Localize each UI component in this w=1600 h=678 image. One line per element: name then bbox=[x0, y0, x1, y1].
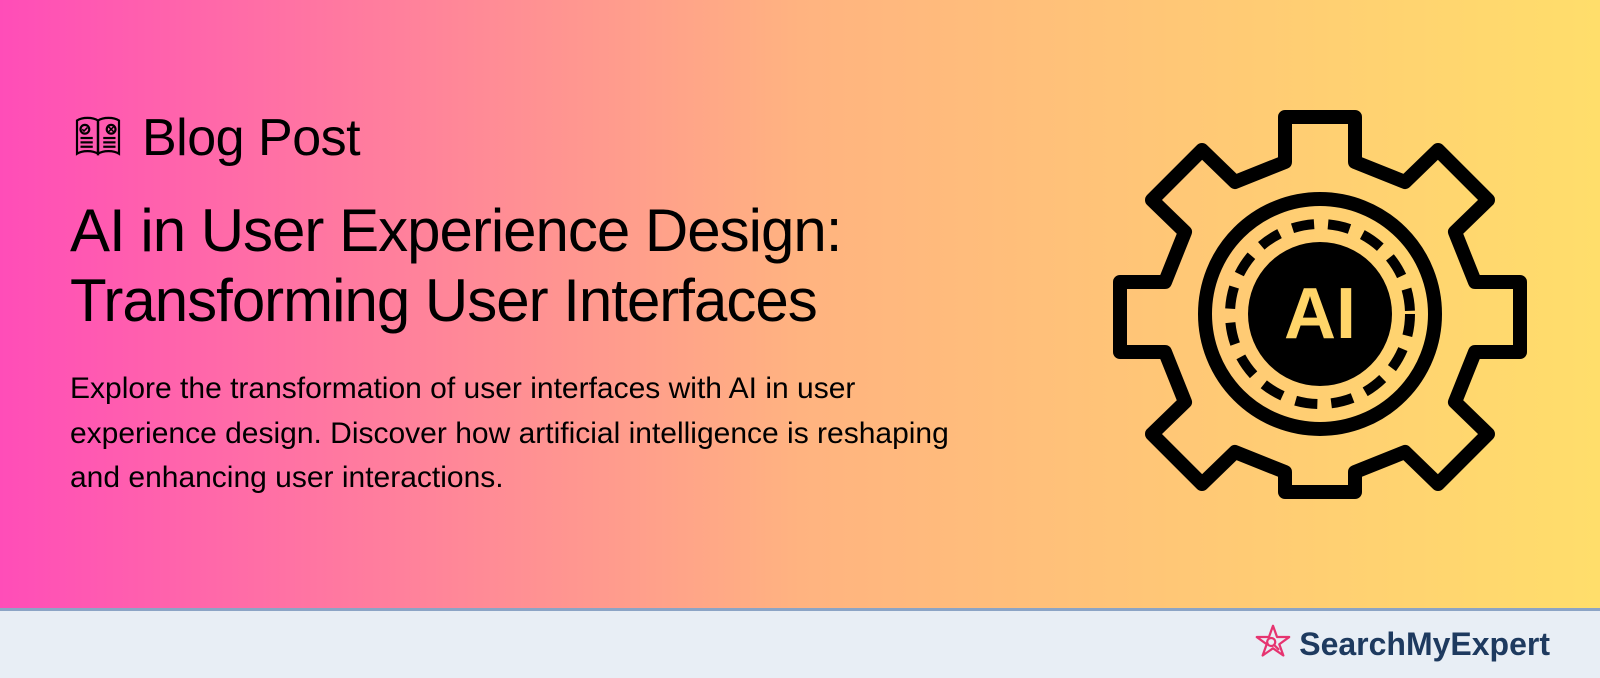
main-title: AI in User Experience Design: Transformi… bbox=[70, 196, 1070, 338]
category-row: Blog Post bbox=[70, 108, 1070, 168]
footer-bar: SearchMyExpert bbox=[0, 608, 1600, 678]
ai-gear-icon: AI bbox=[1110, 94, 1530, 514]
logo-text: SearchMyExpert bbox=[1299, 626, 1550, 663]
gear-center-text: AI bbox=[1284, 274, 1356, 354]
category-label: Blog Post bbox=[142, 108, 360, 168]
main-banner: Blog Post AI in User Experience Design: … bbox=[0, 0, 1600, 608]
content-area: Blog Post AI in User Experience Design: … bbox=[70, 108, 1070, 501]
star-icon bbox=[1255, 624, 1291, 665]
book-icon bbox=[70, 110, 126, 166]
description: Explore the transformation of user inter… bbox=[70, 367, 990, 500]
brand-logo[interactable]: SearchMyExpert bbox=[1255, 624, 1550, 665]
